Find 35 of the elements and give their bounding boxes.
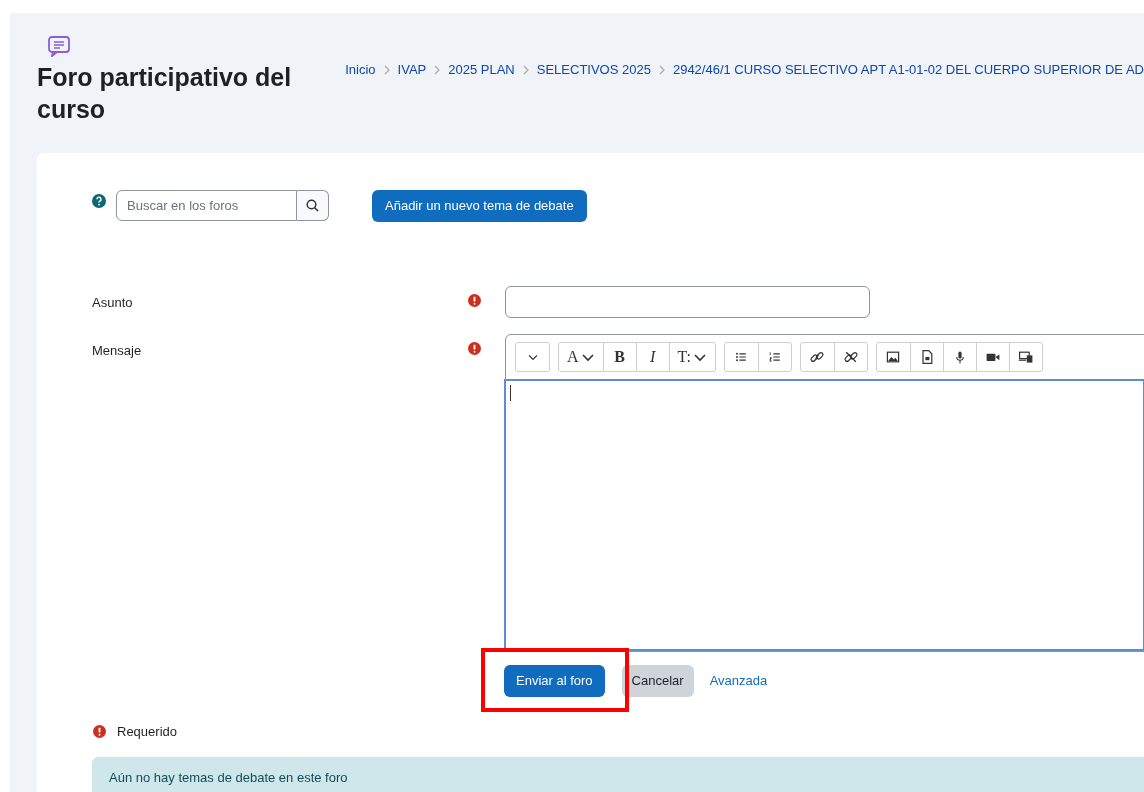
breadcrumb-link[interactable]: SELECTIVOS 2025 (536, 60, 651, 80)
add-discussion-button[interactable]: Añadir un nuevo tema de debate (372, 190, 587, 222)
format-button[interactable]: B (602, 343, 636, 371)
breadcrumb-link[interactable]: 2942/46/1 CURSO SELECTIVO APT A1-01-02 DEL CUERPO SUPERIOR DE AD (672, 60, 1144, 80)
search-field[interactable]: Buscar en los foros (116, 190, 297, 221)
field-label: Mensaje (92, 342, 143, 360)
screen-icon (1018, 349, 1034, 365)
required-note: Requerido (117, 723, 177, 741)
chevron-icon (434, 64, 441, 75)
submit-button[interactable]: Enviar al foro (504, 665, 605, 697)
format-button[interactable]: I (635, 343, 669, 371)
breadcrumb-link[interactable]: 2025 PLAN (448, 60, 515, 80)
breadcrumb-link[interactable]: IVAP (397, 60, 427, 80)
field-label: Asunto (92, 294, 134, 312)
file-icon (919, 349, 935, 365)
notice-text: Aún no hay temas de debate en este foro (109, 768, 348, 787)
subject-field[interactable] (505, 286, 870, 318)
search-button[interactable] (297, 190, 329, 221)
unlink-icon (843, 349, 859, 365)
numbered-list-icon (767, 349, 783, 365)
page-title: Foro participativo del curso (37, 62, 293, 125)
cancel-button[interactable]: Cancelar (621, 665, 694, 697)
chevron-icon (658, 64, 665, 75)
breadcrumb-link[interactable]: Inicio (345, 60, 376, 80)
required-icon (93, 725, 106, 739)
image-icon (885, 349, 902, 365)
help-icon[interactable] (92, 194, 106, 208)
link-icon (809, 349, 826, 365)
advanced-link[interactable]: Avanzada (709, 671, 768, 691)
format-button[interactable]: T: (668, 343, 715, 371)
search-icon (306, 199, 319, 212)
chevron-icon (383, 64, 390, 75)
forum-icon (47, 35, 71, 57)
chevron-icon (522, 64, 529, 75)
format-button[interactable]: A (559, 343, 603, 371)
